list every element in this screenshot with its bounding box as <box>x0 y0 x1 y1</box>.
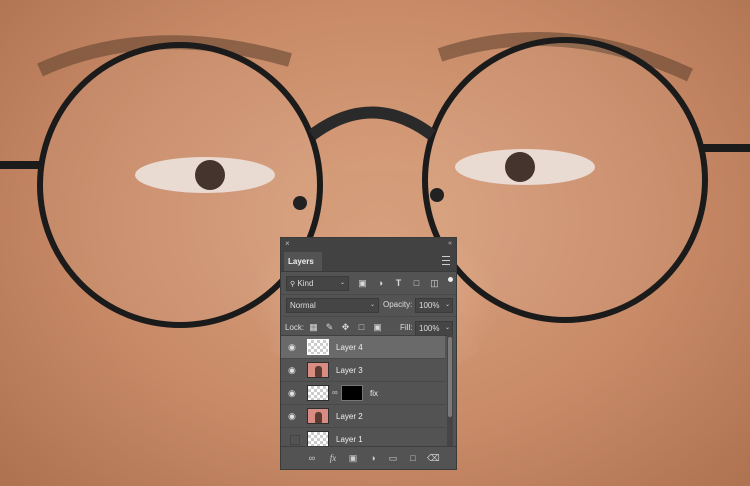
blend-mode-value: Normal <box>290 301 316 310</box>
layer-row-layer-2[interactable]: ◉ Layer 2 <box>281 405 445 428</box>
fill-label: Fill: <box>400 323 413 332</box>
shape-filter-icon[interactable]: □ <box>411 278 422 289</box>
right-nose-pad <box>430 188 444 202</box>
layer-thumbnail <box>307 385 329 401</box>
opacity-field[interactable]: 100% ⌄ <box>415 298 453 313</box>
layer-thumbnail <box>307 431 329 447</box>
collapse-panel-button[interactable]: « <box>448 238 452 249</box>
lock-artboard-icon[interactable]: □ <box>356 322 367 333</box>
opacity-value: 100% <box>419 301 440 310</box>
panel-menu-icon[interactable] <box>442 256 450 265</box>
layer-mask-icon[interactable]: ▣ <box>347 452 359 464</box>
blend-mode-select[interactable]: Normal ⌄ <box>286 298 379 313</box>
chevron-down-icon: ⌄ <box>339 280 345 286</box>
layer-name: Layer 3 <box>336 366 363 375</box>
visibility-eye-icon[interactable]: ◉ <box>288 388 299 399</box>
opacity-label: Opacity: <box>383 300 413 309</box>
layer-name: Layer 2 <box>336 412 363 421</box>
left-nose-pad <box>293 196 307 210</box>
layer-name: fix <box>370 389 378 398</box>
fx-icon[interactable]: fx <box>327 452 339 464</box>
layer-row-fix[interactable]: ◉ ∞ fix <box>281 382 445 405</box>
fill-value: 100% <box>419 324 440 333</box>
layers-panel: × « Layers ⚲ Kind ⌄ ▣ ◑ T □ ◫ Normal ⌄ O… <box>280 237 457 470</box>
trash-icon[interactable]: ⌫ <box>427 452 440 464</box>
fill-field[interactable]: 100% ⌄ <box>415 321 453 336</box>
scrollbar-thumb[interactable] <box>448 337 452 417</box>
chevron-down-icon: ⌄ <box>444 325 450 331</box>
new-layer-icon[interactable]: □ <box>407 452 419 464</box>
layers-bottom-toolbar: ∞ fx ▣ ◑ ▭ □ ⌫ <box>281 446 456 469</box>
right-lens-frame <box>422 37 708 323</box>
visibility-toggle-empty[interactable] <box>290 435 300 445</box>
layer-thumbnail <box>307 408 329 424</box>
lock-image-pixels-icon[interactable]: ✎ <box>324 322 335 333</box>
search-icon: ⚲ <box>290 281 296 288</box>
chevron-down-icon: ⌄ <box>444 302 450 308</box>
filter-kind-select[interactable]: ⚲ Kind ⌄ <box>286 276 349 291</box>
blend-row: Normal ⌄ Opacity: 100% ⌄ <box>281 294 456 316</box>
layer-row-layer-1[interactable]: Layer 1 <box>281 428 445 447</box>
type-filter-icon[interactable]: T <box>393 278 404 289</box>
image-filter-icon[interactable]: ▣ <box>357 278 368 289</box>
layers-scrollbar[interactable] <box>447 335 453 446</box>
adjustment-layer-icon[interactable]: ◑ <box>367 452 379 464</box>
panel-title-bar[interactable]: × « <box>281 238 456 249</box>
layer-row-layer-4[interactable]: ◉ Layer 4 <box>281 336 445 359</box>
tab-layers[interactable]: Layers <box>284 252 322 271</box>
panel-tab-row: Layers <box>281 249 456 272</box>
glasses-bridge <box>308 106 436 140</box>
close-panel-button[interactable]: × <box>285 238 290 249</box>
lock-all-icon[interactable]: ▣ <box>372 322 383 333</box>
group-folder-icon[interactable]: ▭ <box>387 452 399 464</box>
layer-row-layer-3[interactable]: ◉ Layer 3 <box>281 359 445 382</box>
mask-link-icon[interactable]: ∞ <box>332 388 338 398</box>
lock-position-icon[interactable]: ✥ <box>340 322 351 333</box>
chevron-down-icon: ⌄ <box>369 302 375 308</box>
visibility-eye-icon[interactable]: ◉ <box>288 342 299 353</box>
filter-kind-label: Kind <box>297 279 314 288</box>
adjustment-filter-icon[interactable]: ◑ <box>375 278 386 289</box>
left-lens-frame <box>37 42 323 328</box>
visibility-eye-icon[interactable]: ◉ <box>288 411 299 422</box>
smart-object-filter-icon[interactable]: ◫ <box>429 278 440 289</box>
layer-mask-thumbnail[interactable] <box>341 385 363 401</box>
layer-thumbnail <box>307 362 329 378</box>
layer-thumbnail <box>307 339 329 355</box>
filter-toggle-icon[interactable] <box>448 277 453 282</box>
visibility-eye-icon[interactable]: ◉ <box>288 365 299 376</box>
lock-transparent-pixels-icon[interactable]: ▦ <box>308 322 319 333</box>
layer-name: Layer 4 <box>336 343 363 352</box>
lock-label: Lock: <box>285 323 305 332</box>
layer-list: ◉ Layer 4 ◉ Layer 3 ◉ ∞ fix ◉ Layer 2 La… <box>281 335 445 447</box>
layer-name: Layer 1 <box>336 435 363 444</box>
link-icon[interactable]: ∞ <box>306 452 318 464</box>
filter-row: ⚲ Kind ⌄ ▣ ◑ T □ ◫ <box>281 272 456 294</box>
